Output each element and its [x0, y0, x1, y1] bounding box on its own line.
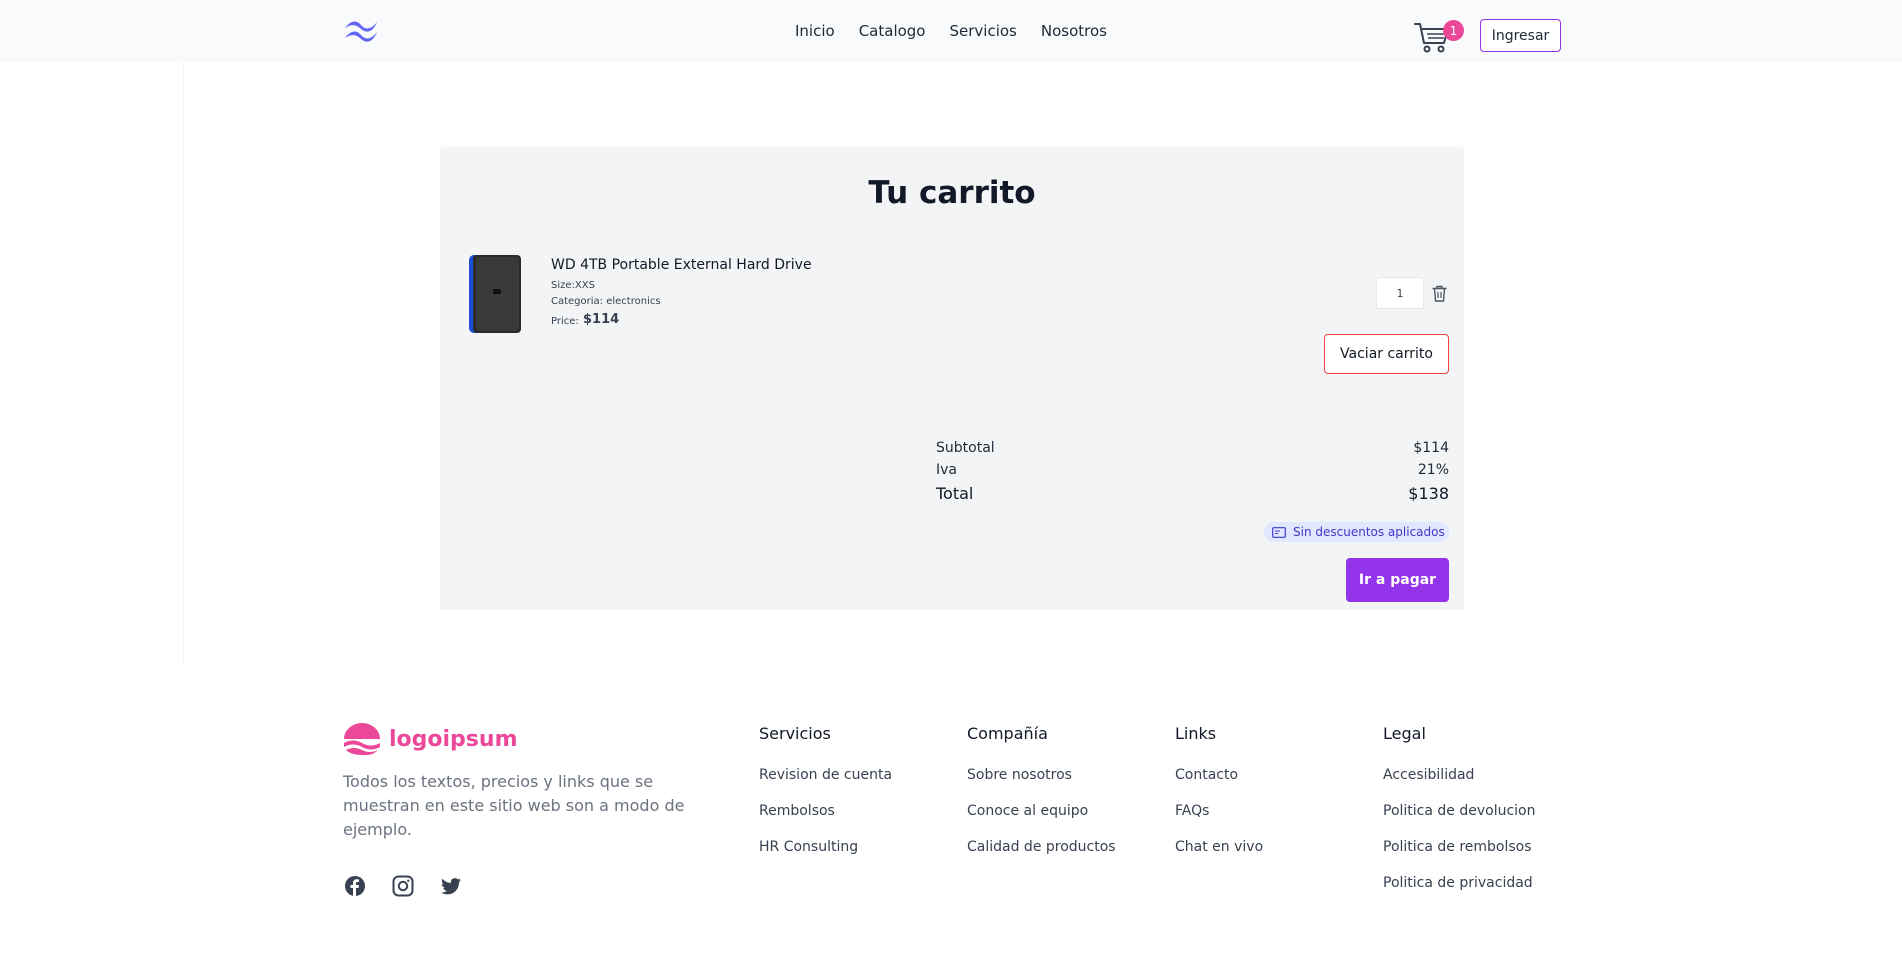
- discount-badge: Sin descuentos aplicados: [1264, 522, 1449, 542]
- instagram-icon[interactable]: [392, 875, 414, 897]
- footer-link[interactable]: Revision de cuenta: [759, 767, 892, 785]
- product-price: $114: [583, 312, 620, 327]
- total-row: Total $138: [936, 484, 1449, 503]
- iva-label: Iva: [936, 462, 957, 478]
- discount-label: Sin descuentos aplicados: [1293, 525, 1445, 539]
- main-nav: Inicio Catalogo Servicios Nosotros: [0, 22, 1902, 40]
- total-label: Total: [936, 484, 974, 503]
- footer-link[interactable]: Rembolsos: [759, 803, 892, 821]
- footer-column-legal: Legal Accesibilidad Politica de devoluci…: [1383, 724, 1535, 911]
- waves-logo-icon: [344, 723, 380, 756]
- footer-link[interactable]: Chat en vivo: [1175, 839, 1263, 857]
- footer-description: Todos los textos, precios y links que se…: [343, 772, 685, 839]
- footer-link[interactable]: Contacto: [1175, 767, 1263, 785]
- product-category: Categoria: electronics: [551, 296, 661, 307]
- nav-item-servicios[interactable]: Servicios: [950, 22, 1017, 40]
- product-name[interactable]: WD 4TB Portable External Hard Drive: [551, 257, 812, 273]
- footer-link[interactable]: Calidad de productos: [967, 839, 1116, 857]
- subtotal-row: Subtotal $114: [936, 440, 1449, 456]
- footer-column-title: Links: [1175, 724, 1217, 743]
- pay-button[interactable]: Ir a pagar: [1346, 558, 1449, 602]
- footer-link[interactable]: Accesibilidad: [1383, 767, 1535, 785]
- ticket-icon: [1272, 526, 1286, 538]
- footer-column-title: Compañía: [967, 724, 1048, 743]
- iva-value: 21%: [1417, 462, 1449, 478]
- footer-column-title: Legal: [1383, 724, 1426, 743]
- facebook-icon[interactable]: [344, 875, 366, 897]
- empty-cart-button[interactable]: Vaciar carrito: [1324, 334, 1449, 374]
- footer-link[interactable]: Sobre nosotros: [967, 767, 1116, 785]
- divider: [183, 62, 184, 662]
- footer-link[interactable]: HR Consulting: [759, 839, 892, 857]
- iva-row: Iva 21%: [936, 462, 1449, 478]
- nav-item-catalogo[interactable]: Catalogo: [859, 22, 926, 40]
- footer-link[interactable]: Politica de devolucion: [1383, 803, 1535, 821]
- site-header: Inicio Catalogo Servicios Nosotros 1 Ing…: [0, 0, 1902, 62]
- footer-column-links: Links Contacto FAQs Chat en vivo: [1175, 724, 1263, 875]
- total-value: $138: [1408, 484, 1449, 503]
- login-button[interactable]: Ingresar: [1480, 19, 1561, 52]
- footer-logo[interactable]: logoipsum: [343, 722, 518, 756]
- trash-icon[interactable]: [1432, 285, 1447, 302]
- subtotal-label: Subtotal: [936, 440, 995, 456]
- footer-column-title: Servicios: [759, 724, 831, 743]
- product-price-label: Price:: [551, 316, 579, 327]
- cart-panel: Tu carrito WD 4TB Portable External Hard…: [440, 147, 1464, 610]
- footer-link[interactable]: Conoce al equipo: [967, 803, 1116, 821]
- twitter-icon[interactable]: [440, 875, 462, 897]
- product-size: Size:XXS: [551, 280, 595, 291]
- footer-column-compania: Compañía Sobre nosotros Conoce al equipo…: [967, 724, 1116, 875]
- nav-item-inicio[interactable]: Inicio: [795, 22, 835, 40]
- footer-link[interactable]: Politica de privacidad: [1383, 875, 1535, 893]
- cart-count-badge: 1: [1443, 20, 1464, 41]
- footer-link[interactable]: FAQs: [1175, 803, 1263, 821]
- footer-column-servicios: Servicios Revision de cuenta Rembolsos H…: [759, 724, 892, 875]
- footer-link[interactable]: Politica de rembolsos: [1383, 839, 1535, 857]
- footer-logo-text: logoipsum: [389, 726, 518, 752]
- product-image[interactable]: [468, 254, 522, 334]
- page-title: Tu carrito: [868, 175, 1036, 211]
- quantity-input[interactable]: [1376, 277, 1424, 309]
- subtotal-value: $114: [1413, 440, 1449, 456]
- nav-item-nosotros[interactable]: Nosotros: [1041, 22, 1107, 40]
